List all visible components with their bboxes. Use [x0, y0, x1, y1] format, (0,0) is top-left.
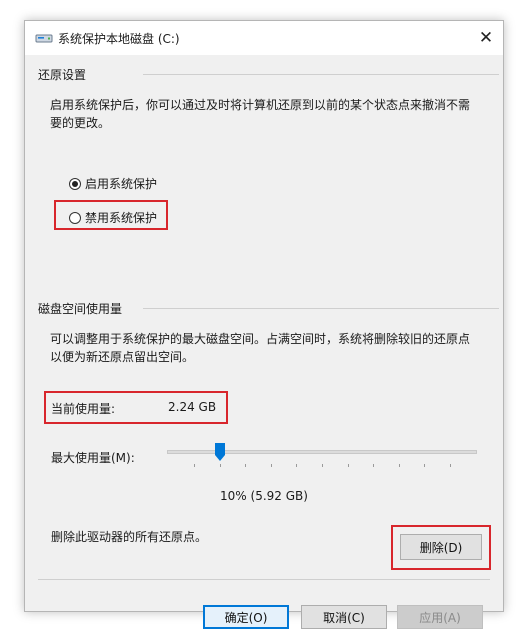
- slider-tick: [270, 464, 272, 467]
- disk-description-line2: 以便为新还原点留出空间。: [50, 350, 195, 364]
- radio-enable-label: 启用系统保护: [85, 177, 158, 191]
- slider-tick: [219, 464, 221, 467]
- restore-section-divider: [143, 74, 499, 75]
- radio-enable-protection[interactable]: 启用系统保护: [69, 175, 157, 192]
- restore-settings-label: 还原设置: [38, 68, 87, 82]
- radio-disable-label: 禁用系统保护: [85, 211, 158, 225]
- disk-description-line1: 可以调整用于系统保护的最大磁盘空间。占满空间时，系统将删除较旧的还原点: [50, 332, 471, 346]
- cancel-button[interactable]: 取消(C): [301, 605, 387, 629]
- slider-tick: [322, 464, 323, 467]
- current-usage-label: 当前使用量:: [51, 402, 116, 416]
- slider-tick: [347, 464, 349, 467]
- radio-unselected-indicator[interactable]: [69, 211, 81, 224]
- slider-tick: [296, 464, 298, 467]
- close-button[interactable]: ✕: [473, 25, 499, 51]
- window-title: 系统保护本地磁盘 (C:): [58, 32, 180, 46]
- slider-thumb[interactable]: [214, 443, 225, 461]
- system-protection-dialog: 系统保护本地磁盘 (C:) ✕ 还原设置 启用系统保护后，你可以通过及时将计算机…: [24, 20, 504, 629]
- title-bar: 系统保护本地磁盘 (C:) ✕: [25, 21, 503, 55]
- slider-tick: [398, 464, 400, 467]
- apply-button[interactable]: 应用(A): [397, 605, 483, 629]
- footer-divider: [38, 579, 490, 580]
- max-usage-label: 最大使用量(M):: [51, 451, 135, 465]
- slider-tick: [194, 464, 195, 467]
- disk-section-divider: [143, 308, 499, 309]
- delete-description: 删除此驱动器的所有还原点。: [51, 530, 208, 544]
- restore-description-line1: 启用系统保护后，你可以通过及时将计算机还原到以前的某个状态点来撤消不需: [50, 98, 471, 112]
- slider-track[interactable]: [167, 450, 477, 454]
- current-usage-value: 2.24 GB: [168, 400, 217, 414]
- restore-description-line2: 要的更改。: [50, 116, 111, 130]
- delete-button[interactable]: 删除(D): [400, 534, 482, 560]
- max-usage-value: 10% (5.92 GB): [220, 489, 308, 503]
- radio-selected-indicator[interactable]: [69, 177, 81, 190]
- slider-tick: [424, 464, 426, 467]
- slider-tick: [373, 464, 375, 467]
- radio-disable-protection[interactable]: 禁用系统保护: [69, 209, 157, 226]
- slider-tick: [245, 464, 247, 467]
- disk-usage-label: 磁盘空间使用量: [38, 302, 123, 316]
- slider-tick: [450, 464, 451, 467]
- drive-icon: [35, 31, 53, 45]
- dialog-body: 还原设置 启用系统保护后，你可以通过及时将计算机还原到以前的某个状态点来撤消不需…: [25, 55, 503, 629]
- ok-button[interactable]: 确定(O): [203, 605, 289, 629]
- close-icon: ✕: [478, 28, 494, 48]
